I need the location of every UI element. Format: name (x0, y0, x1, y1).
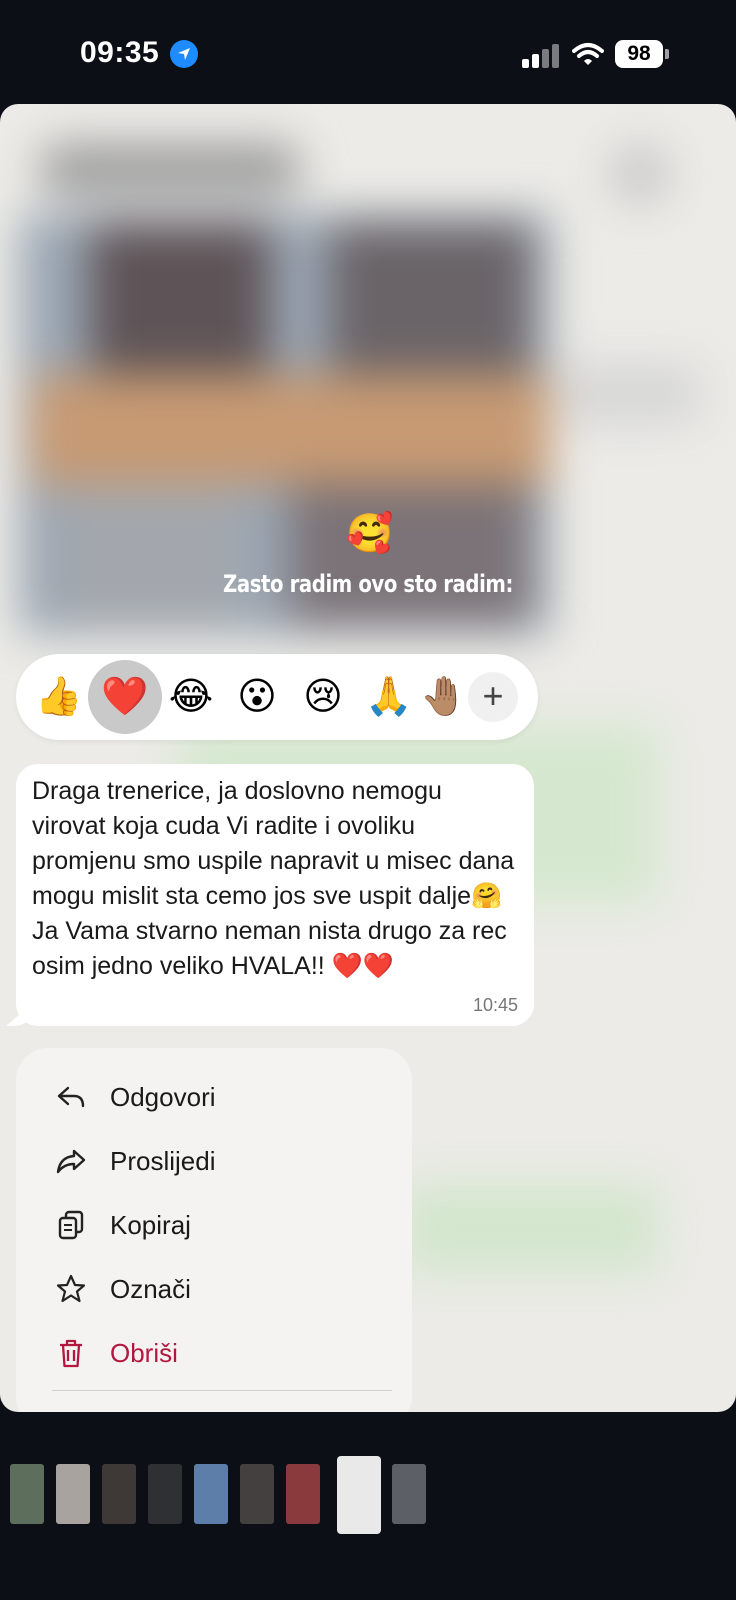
menu-divider (52, 1390, 392, 1391)
reaction-sad[interactable]: 😢 (294, 668, 352, 726)
menu-item-reply[interactable]: Odgovori (16, 1064, 412, 1128)
story-thumbnail-active[interactable] (337, 1456, 381, 1534)
status-bar: 09:35 98 (0, 0, 736, 104)
reaction-heart-selected[interactable]: ❤️ (88, 660, 162, 734)
menu-label-forward: Proslijedi (110, 1146, 216, 1176)
story-thumbnail[interactable] (240, 1464, 274, 1524)
menu-item-delete[interactable]: Obriši (16, 1320, 412, 1384)
story-thumbnail[interactable] (10, 1464, 44, 1524)
story-thumbnail[interactable] (392, 1464, 426, 1524)
story-caption: Zasto radim ovo sto radim: (223, 570, 513, 598)
trash-icon (60, 1339, 82, 1368)
reaction-surprised[interactable]: 😮 (228, 668, 286, 726)
story-thumbnail[interactable] (286, 1464, 320, 1524)
location-arrow-icon (170, 40, 198, 68)
battery-tip (665, 49, 669, 59)
status-time: 09:35 (80, 36, 160, 69)
message-bubble[interactable]: Draga trenerice, ja doslovno nemogu viro… (16, 764, 534, 1026)
star-icon (56, 1274, 86, 1303)
reaction-hand[interactable]: 🤚🏽 (420, 668, 460, 726)
menu-label-copy: Kopiraj (110, 1210, 191, 1240)
menu-item-copy[interactable]: Kopiraj (16, 1192, 412, 1256)
menu-item-forward[interactable]: Proslijedi (16, 1128, 412, 1192)
reaction-pray[interactable]: 🙏 (360, 668, 418, 726)
menu-label-delete: Obriši (110, 1338, 178, 1368)
story-thumbnail-strip (0, 1456, 736, 1546)
story-thumbnail[interactable] (148, 1464, 182, 1524)
more-reactions-button[interactable]: + (468, 672, 518, 722)
menu-label-star: Označi (110, 1274, 191, 1304)
forward-icon (56, 1149, 86, 1174)
menu-label-reply: Odgovori (110, 1082, 216, 1112)
copy-icon (58, 1210, 84, 1240)
story-thumbnail[interactable] (102, 1464, 136, 1524)
reaction-thumbs-up[interactable]: 👍 (30, 668, 88, 726)
reaction-bar: 👍 ❤️ 😂 😮 😢 🙏 🤚🏽 + (16, 654, 538, 740)
message-context-overlay: 🥰 Zasto radim ovo sto radim: 👍 ❤️ 😂 😮 😢 … (0, 104, 736, 1412)
message-timestamp: 10:45 (472, 995, 518, 1015)
battery-indicator: 98 (615, 40, 663, 68)
menu-item-star[interactable]: Označi (16, 1256, 412, 1320)
cellular-signal-icon (522, 42, 562, 68)
wifi-icon (572, 42, 604, 73)
story-emoji: 🥰 (346, 513, 394, 555)
message-text: Draga trenerice, ja doslovno nemogu viro… (32, 777, 522, 980)
reply-icon (57, 1086, 85, 1108)
story-thumbnail[interactable] (194, 1464, 228, 1524)
story-thumbnail[interactable] (56, 1464, 90, 1524)
context-menu: Odgovori Proslijedi Kopiraj Označi Obriš… (16, 1048, 412, 1412)
reaction-laughing[interactable]: 😂 (162, 668, 220, 726)
